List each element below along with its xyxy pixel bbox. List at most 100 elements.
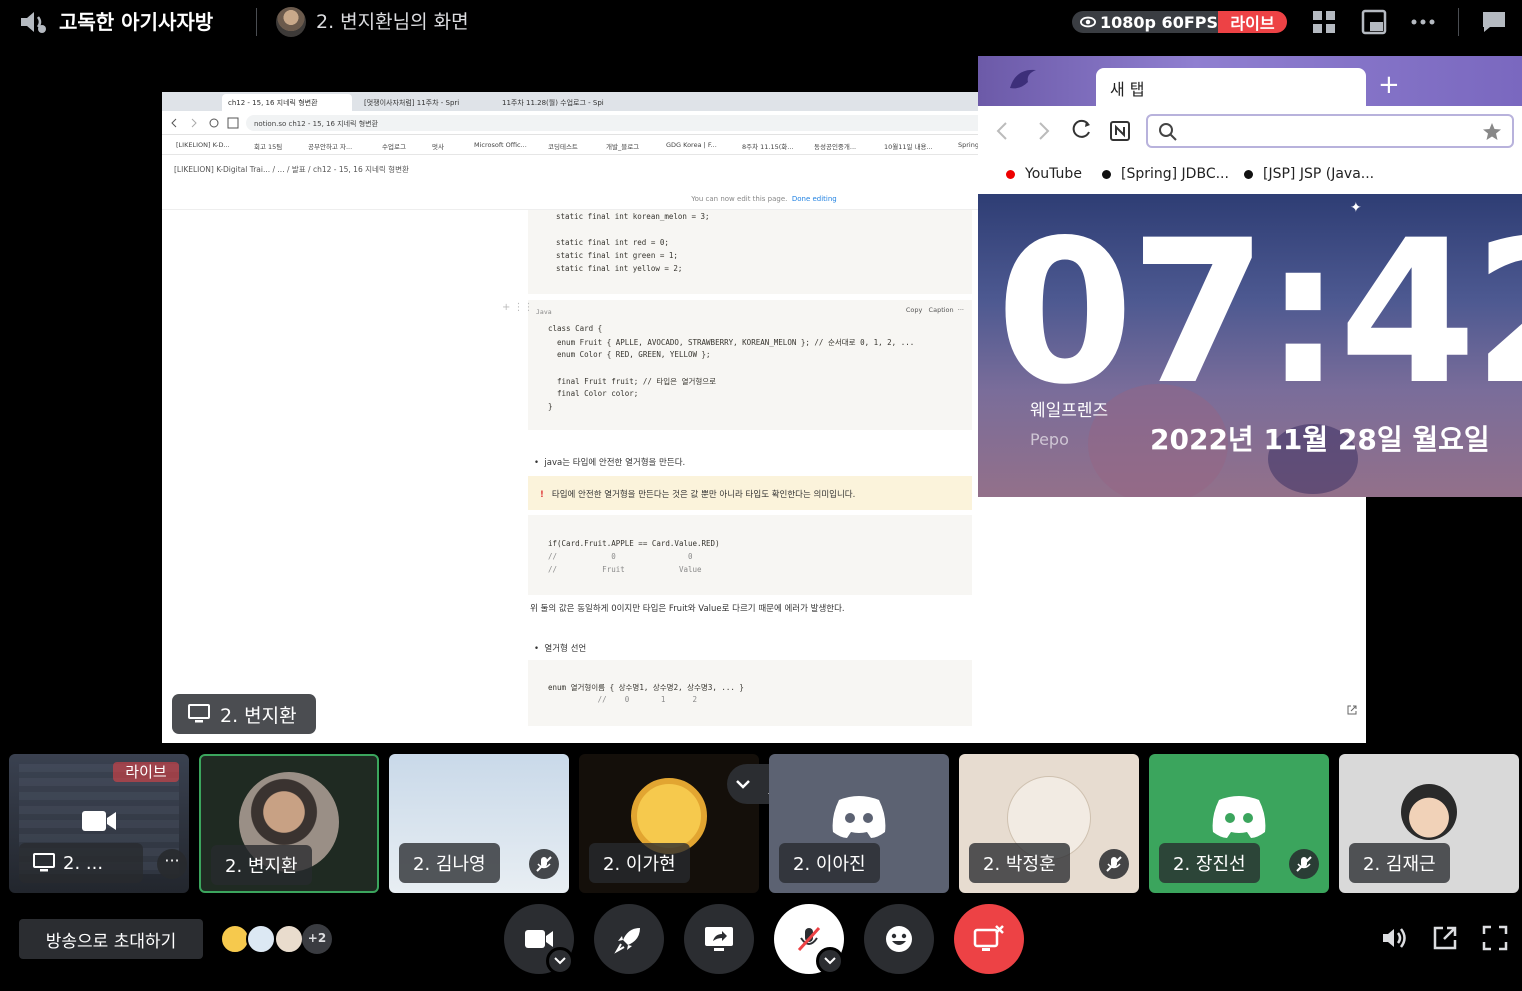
banner-text: You can now edit this page. (691, 195, 788, 203)
invite-to-stream-button[interactable]: 방송으로 초대하기 (19, 919, 203, 959)
callout: ! 타입에 안전한 열거형을 만든다는 것은 값 뿐만 아니라 타입도 확인한다는… (528, 476, 972, 510)
participant-name: 2. 박정훈 (969, 843, 1070, 883)
browser-tab: [멋쟁이사자처럼] 11주차 - Spri (364, 99, 460, 107)
bookmark-label: YouTube (1025, 166, 1082, 182)
external-icon[interactable] (1431, 924, 1459, 952)
participant-tile[interactable]: 2. 박정훈 (959, 754, 1139, 893)
participant-tile[interactable]: 2. 김나영 (389, 754, 569, 893)
screen-share-title: 2. 변지환님의 화면 (316, 11, 469, 33)
code-line: final Color color; (548, 389, 639, 398)
whale-browser-window[interactable]: 새 탭 + YouTube [Spring] JDBC... [JSP] JSP… (978, 56, 1522, 497)
bullet-text: • java는 타입에 안전한 열거형을 만든다. (534, 458, 686, 468)
participant-tile[interactable]: 2. 장진선 (1149, 754, 1329, 893)
bookmark: Microsoft Offic... (474, 141, 527, 149)
mic-options-button[interactable] (816, 947, 844, 975)
emoji-icon (886, 926, 912, 952)
whale-nav-bar (978, 106, 1522, 156)
bookmark: Spring (958, 141, 979, 149)
video-camera-icon (82, 811, 116, 831)
bookmark-label: [Spring] JDBC... (1121, 166, 1229, 182)
done-editing-link: Done editing (791, 195, 837, 203)
participant-tile[interactable]: 2. 변지환 (199, 754, 379, 893)
whale-search-input[interactable] (1146, 114, 1514, 148)
warning-icon: ! (540, 490, 544, 500)
mic-muted-icon (1099, 849, 1129, 879)
screenshare-icon (705, 927, 733, 951)
channel-name: 고독한 아기사자방 (59, 10, 214, 34)
bookmark: [LIKELION] K-D... (176, 141, 230, 149)
participant-name-text: 2. 변지환 (225, 856, 298, 877)
bookmark: 10월11일 내용... (884, 143, 933, 151)
code-line: final Fruit fruit; // 타입은 열거형으로 (548, 377, 717, 386)
code-line: static final int red = 0; (556, 238, 669, 247)
screen-share-label: 2. 변지환 (172, 694, 316, 734)
live-badge: 라이브 (1218, 11, 1287, 33)
bookmark-youtube[interactable]: YouTube (1006, 166, 1082, 182)
bookmark-star-icon[interactable] (1482, 122, 1504, 142)
whale-logo-icon (1010, 69, 1036, 89)
participant-name-text: 2. 김나영 (413, 854, 486, 875)
volume-icon[interactable] (1380, 924, 1408, 952)
participant-name: 2. 이아진 (779, 843, 880, 883)
code-line: // 0 1 2 (548, 695, 698, 704)
block-handle-icon: + ⋮⋮ (502, 302, 534, 313)
speaker-icon (21, 12, 46, 33)
code-toolbar: Copy Caption ··· (905, 306, 964, 314)
whale-new-tab[interactable]: 새 탭 (1096, 68, 1366, 106)
date: 2022년 11월 28일 월요일 (1150, 423, 1490, 456)
bookmark-spring[interactable]: [Spring] JDBC... (1102, 166, 1229, 182)
bookmark: 공부안하고 자... (308, 143, 353, 151)
bullet-text-2: 열거형 선언 (544, 644, 587, 654)
more-icon[interactable]: ··· (157, 849, 187, 879)
new-tab-background: ✦ 07:42 웨일프렌즈 Pepo 2022년 11월 28일 월요일 (978, 194, 1522, 497)
viewer-avatar (246, 924, 276, 954)
bookmark: GDG Korea | F... (666, 141, 717, 149)
nav-buttons-icon[interactable] (992, 118, 1142, 144)
monitor-icon (33, 853, 55, 872)
participant-name: 2. 변지환 (211, 845, 312, 885)
camera-icon (525, 930, 553, 948)
mic-muted-icon (1289, 849, 1319, 879)
participant-name-text: 2. ... (63, 852, 104, 874)
leave-stream-icon (973, 925, 1004, 951)
grid-icon[interactable] (1310, 8, 1338, 36)
paragraph: 위 둘의 값은 동일하게 0이지만 타입은 Fruit와 Value로 다르기 … (530, 604, 845, 614)
leave-stream-button[interactable] (954, 904, 1024, 974)
bookmark-jsp[interactable]: [JSP] JSP (Java... (1244, 166, 1374, 182)
search-icon (1159, 123, 1177, 141)
callout-text: 타입에 안전한 열거형을 만든다는 것은 값 뿐만 아니라 타입도 확인한다는 … (551, 490, 856, 500)
monitor-icon (188, 704, 210, 723)
bookmark-label: [JSP] JSP (Java... (1263, 166, 1375, 182)
bookmark: 코딩테스트 (548, 143, 578, 151)
more-icon[interactable] (1409, 8, 1437, 36)
whale-tab-strip: 새 탭 + (978, 56, 1522, 106)
camera-options-button[interactable] (546, 947, 574, 975)
bookmark: 수업로그 (382, 143, 406, 151)
live-badge: 라이브 (113, 762, 179, 782)
participant-tile[interactable]: 2. 김재근 (1339, 754, 1519, 893)
screen-share-button[interactable] (684, 904, 754, 974)
participant-name: 2. 이가현 (589, 843, 690, 883)
browser-tab: ch12 - 15, 16 지네릭 형변환 (222, 94, 352, 111)
browser-tab: 11주차 11.28(월) 수업로그 - Spi (502, 99, 604, 107)
participant-tile[interactable]: 라이브 2. ... ··· (9, 754, 189, 893)
chat-icon[interactable] (1480, 8, 1508, 36)
character-text: Pepo (1030, 430, 1069, 449)
code-block: enum 열거형이름 { 상수명1, 상수명2, 상수명3, ... } // … (528, 660, 972, 726)
activities-button[interactable] (594, 904, 664, 974)
avatar (1401, 784, 1457, 840)
discord-logo-icon (832, 796, 886, 838)
code-line: static final int korean_melon = 3; (556, 212, 710, 221)
fullscreen-icon[interactable] (1481, 924, 1509, 952)
participant-tile[interactable]: 2. 이아진 (769, 754, 949, 893)
viewer-avatar (274, 924, 304, 954)
code-line: // 0 0 (548, 552, 693, 561)
participant-name-text: 2. 박정훈 (983, 854, 1056, 875)
bookmark: 개발_블로그 (606, 143, 640, 151)
emoji-button[interactable] (864, 904, 934, 974)
new-tab-plus-icon[interactable]: + (1378, 70, 1400, 100)
bookmark: 8주차 11.15(화... (742, 143, 794, 151)
top-bar: 고독한 아기사자방 2. 변지환님의 화면 1080p 60FPS 라이브 (0, 0, 1522, 44)
participant-name-text: 2. 장진선 (1173, 854, 1246, 875)
popout-icon[interactable] (1360, 8, 1388, 36)
